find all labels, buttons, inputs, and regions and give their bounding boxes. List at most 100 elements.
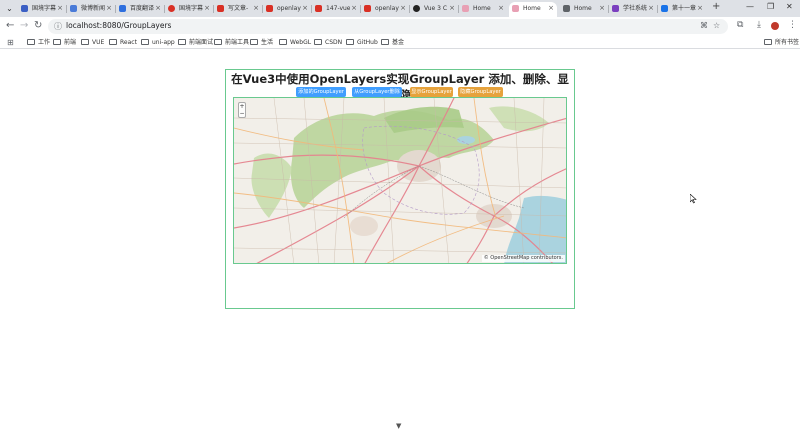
bookmark-folder[interactable]: 工作 [27, 38, 50, 47]
extensions-icon[interactable]: ⧉ [737, 20, 743, 30]
hide-grouplayer-button[interactable]: 隐藏GroupLayer [458, 87, 503, 97]
browser-tab[interactable]: openlayers× [263, 2, 311, 17]
favicon-icon [563, 5, 570, 12]
bookmark-folder[interactable]: 前端面试 [178, 38, 213, 47]
bookmark-folder[interactable]: 基金 [381, 38, 404, 47]
zoom-out-button[interactable]: − [239, 110, 245, 117]
browser-tab[interactable]: Home × [560, 2, 608, 17]
close-tab-icon[interactable]: × [106, 2, 112, 15]
close-window-icon[interactable]: ✕ [786, 2, 793, 11]
bookmark-folder[interactable]: 前端 [53, 38, 76, 47]
map-attribution[interactable]: © OpenStreetMap contributors. [481, 255, 565, 262]
favicon-icon [612, 5, 619, 12]
close-tab-icon[interactable]: × [155, 2, 161, 15]
bookmark-folder[interactable]: VUE [81, 38, 104, 47]
folder-icon [27, 39, 35, 45]
close-tab-icon[interactable]: × [697, 2, 703, 15]
bookmark-folder[interactable]: React [109, 38, 137, 47]
back-icon[interactable]: ← [6, 20, 14, 32]
minimize-icon[interactable]: — [746, 2, 754, 11]
menu-icon[interactable]: ⋮ [788, 20, 797, 30]
map-tiles [234, 98, 566, 263]
favicon-icon [217, 5, 224, 12]
favicon-icon [462, 5, 469, 12]
tab-search-icon[interactable]: ⌄ [4, 3, 15, 14]
tab-strip: ⌄ 国境字幕× 微博新闻× 百度翻译× 国境字幕× 写文章-× openlaye… [0, 0, 800, 17]
favicon-icon [119, 5, 126, 12]
browser-tab[interactable]: 学社系统 × [609, 2, 657, 17]
close-tab-icon[interactable]: × [449, 2, 455, 15]
browser-tab[interactable]: openlayers× [361, 2, 409, 17]
browser-tab[interactable]: 147-vue × [312, 2, 360, 17]
address-bar[interactable]: ⓘ localhost:8080/GroupLayers ⌘ ☆ [48, 19, 728, 34]
new-tab-icon[interactable]: + [712, 1, 720, 12]
bookmark-folder[interactable]: 前端工具 [214, 38, 249, 47]
folder-icon [141, 39, 149, 45]
close-tab-icon[interactable]: × [548, 2, 554, 15]
browser-tab[interactable]: 写文章- × [214, 2, 262, 17]
favicon-icon [168, 5, 175, 12]
bookmarks-bar: ⊞ 工作 前端 VUE React uni-app 前端面试 前端工具 生活 W… [0, 36, 800, 49]
close-tab-icon[interactable]: × [498, 2, 504, 15]
download-icon[interactable]: ⤓ [757, 20, 761, 30]
favicon-icon [70, 5, 77, 12]
forward-icon[interactable]: → [20, 20, 28, 32]
folder-icon [81, 39, 89, 45]
map-view[interactable]: + − © OpenStreetMap contributors. [233, 97, 567, 264]
close-tab-icon[interactable]: × [253, 2, 259, 15]
url-text[interactable]: localhost:8080/GroupLayers [66, 21, 171, 30]
folder-icon [381, 39, 389, 45]
mouse-cursor-icon [690, 194, 697, 204]
browser-tab[interactable]: 百度翻译 × [116, 2, 164, 17]
browser-tab-active[interactable]: Home × [509, 2, 557, 17]
favicon-icon [266, 5, 273, 12]
close-tab-icon[interactable]: × [57, 2, 63, 15]
close-tab-icon[interactable]: × [204, 2, 210, 15]
favicon-icon [413, 5, 420, 12]
profile-avatar[interactable] [771, 22, 779, 30]
restore-icon[interactable]: ❐ [767, 2, 774, 11]
all-bookmarks-folder[interactable]: 所有书签 [764, 38, 799, 47]
favicon-icon [21, 5, 28, 12]
apps-grid-icon[interactable]: ⊞ [7, 38, 14, 47]
folder-icon [53, 39, 61, 45]
folder-icon [250, 39, 258, 45]
browser-tab[interactable]: Home × [459, 2, 507, 17]
browser-tab[interactable]: 第十一章 × [658, 2, 706, 17]
browser-tab[interactable]: 国境字幕 × [18, 2, 66, 17]
reload-icon[interactable]: ↻ [34, 20, 42, 32]
browser-tab[interactable]: 国境字幕 × [165, 2, 213, 17]
folder-icon [214, 39, 222, 45]
favicon-icon [364, 5, 371, 12]
close-tab-icon[interactable]: × [400, 2, 406, 15]
translate-icon[interactable]: ⌘ [700, 21, 708, 30]
bookmark-star-icon[interactable]: ☆ [713, 21, 720, 30]
favicon-icon [661, 5, 668, 12]
favicon-icon [512, 5, 519, 12]
bookmark-folder[interactable]: GitHub [346, 38, 378, 47]
folder-icon [109, 39, 117, 45]
bookmark-folder[interactable]: WebGL [279, 38, 311, 47]
close-tab-icon[interactable]: × [302, 2, 308, 15]
close-tab-icon[interactable]: × [648, 2, 654, 15]
browser-tab[interactable]: Vue 3 C × [410, 2, 458, 17]
folder-icon [314, 39, 322, 45]
folder-icon [178, 39, 186, 45]
show-grouplayer-button[interactable]: 显示GroupLayer [410, 87, 453, 97]
zoom-in-button[interactable]: + [239, 103, 245, 110]
site-info-icon[interactable]: ⓘ [54, 21, 62, 32]
bookmark-folder[interactable]: uni-app [141, 38, 175, 47]
folder-icon [279, 39, 287, 45]
bookmark-folder[interactable]: CSDN [314, 38, 342, 47]
add-grouplayer-button[interactable]: 添加的GroupLayer [296, 87, 346, 97]
bookmark-folder[interactable]: 生活 [250, 38, 273, 47]
scroll-down-icon[interactable]: ▼ [396, 422, 401, 430]
browser-toolbar: ← → ↻ ⓘ localhost:8080/GroupLayers ⌘ ☆ ⧉… [0, 17, 800, 36]
zoom-control: + − [238, 102, 246, 118]
close-tab-icon[interactable]: × [599, 2, 605, 15]
browser-tab[interactable]: 微博新闻 × [67, 2, 115, 17]
folder-icon [764, 39, 772, 45]
folder-icon [346, 39, 354, 45]
close-tab-icon[interactable]: × [351, 2, 357, 15]
remove-grouplayer-button[interactable]: 从GroupLayer删除 [352, 87, 402, 97]
